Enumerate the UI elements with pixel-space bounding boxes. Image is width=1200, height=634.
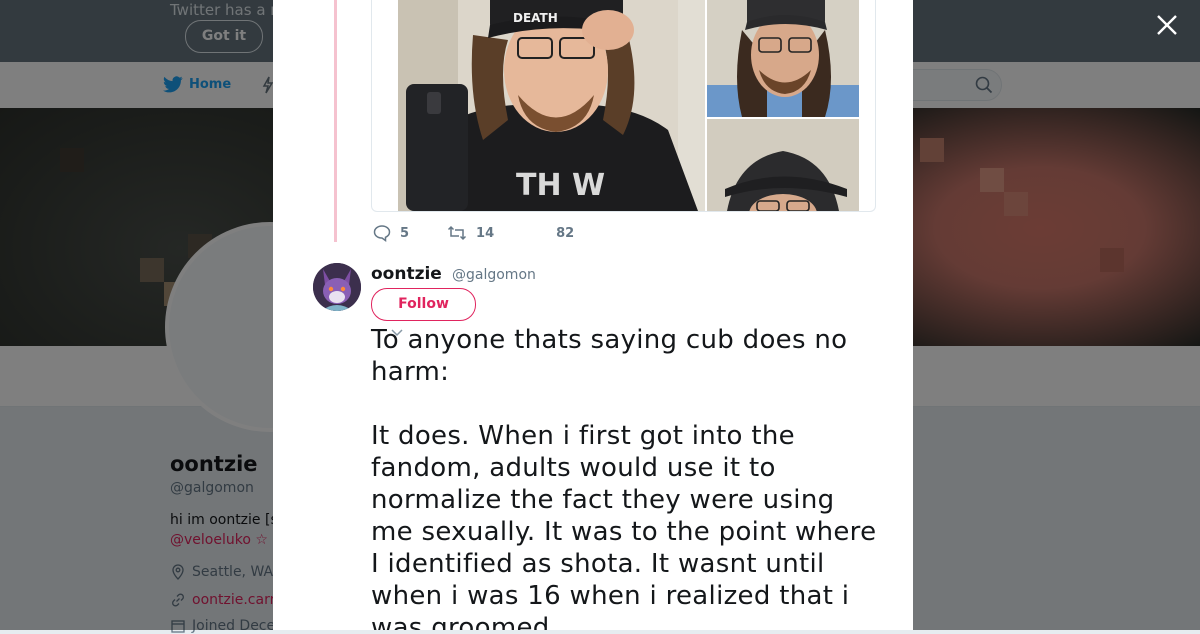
retweet-count: 14 — [476, 225, 495, 241]
svg-text:TH W: TH W — [516, 168, 605, 203]
parent-tweet-actions: 5 14 82 — [373, 224, 574, 242]
svg-text:DEATH: DEATH — [513, 11, 558, 25]
retweet-icon — [448, 225, 467, 241]
tweet-author-avatar[interactable] — [313, 263, 361, 311]
tweet-author-handle[interactable]: @galgomon — [452, 267, 536, 283]
thread-connector-line — [334, 0, 337, 242]
reply-count: 5 — [400, 225, 410, 241]
media-photo-1[interactable]: TH W DEATH — [398, 0, 705, 211]
like-count: 82 — [556, 225, 575, 241]
parent-tweet-media[interactable]: TH W DEATH — [371, 0, 876, 212]
retweet-action[interactable]: 14 — [447, 225, 494, 241]
reply-action[interactable]: 5 — [373, 224, 409, 242]
media-photo-3[interactable] — [707, 119, 859, 211]
tweet-text: To anyone thats saying cub does no harm:… — [371, 324, 881, 630]
tweet-author-name[interactable]: oontzie — [371, 264, 442, 284]
tweet-text-paragraph-2: It does. When i first got into the fando… — [371, 421, 877, 630]
media-photo-2[interactable] — [707, 0, 859, 117]
like-action[interactable]: 82 — [556, 226, 574, 241]
tweet-text-paragraph-1: To anyone thats saying cub does no harm: — [371, 325, 848, 387]
reply-icon — [373, 225, 391, 242]
follow-button[interactable]: Follow — [371, 288, 476, 321]
tweet-modal: TH W DEATH 5 14 82 oontzie @galgomon Fol… — [273, 0, 913, 630]
close-icon[interactable] — [1154, 12, 1180, 38]
